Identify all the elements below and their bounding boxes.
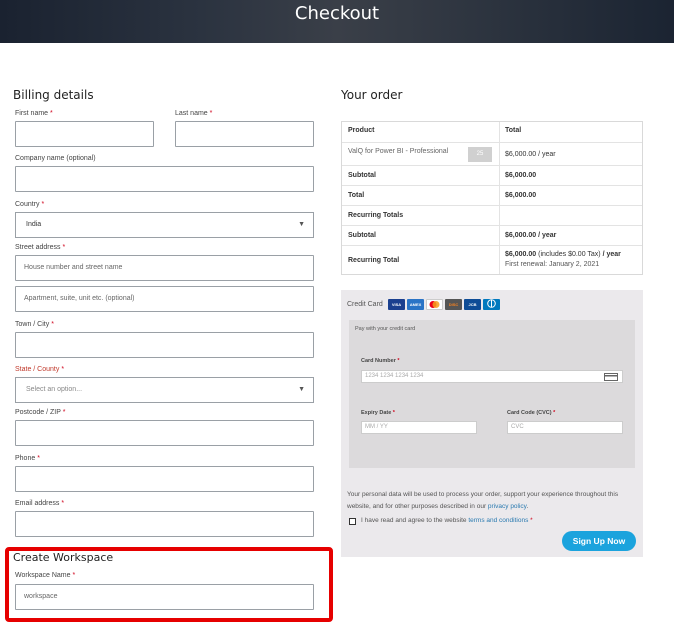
city-label: Town / City *: [15, 321, 54, 328]
jcb-icon: JCB: [464, 299, 481, 310]
table-header-row: Product Total: [342, 122, 642, 142]
terms-checkbox[interactable]: [349, 518, 356, 525]
postcode-input[interactable]: [15, 420, 314, 446]
subtotal-value: $6,000.00: [505, 172, 537, 179]
country-select[interactable]: India ▼: [15, 212, 314, 238]
discover-icon: DISC: [445, 299, 462, 310]
cvc-input[interactable]: CVC: [507, 421, 623, 434]
state-select[interactable]: Select an option... ▼: [15, 377, 314, 403]
checkout-banner: Checkout: [0, 0, 674, 43]
recurring-totals-label: Recurring Totals: [348, 212, 404, 219]
privacy-notice: Your personal data will be used to proce…: [347, 491, 619, 510]
pay-with-card-tip: Pay with your credit card: [355, 326, 416, 332]
payment-panel: Credit Card VISA AMEX DISC JCB Pay with …: [341, 290, 643, 557]
order-table: Product Total ValQ for Power BI - Profes…: [341, 121, 643, 275]
postcode-label: Postcode / ZIP *: [15, 409, 66, 416]
table-row: Recurring Total $6,000.00 (includes $0.0…: [342, 245, 642, 275]
terms-link[interactable]: terms and conditions: [468, 517, 528, 524]
street-address-input[interactable]: House number and street name: [15, 255, 314, 281]
country-value: India: [26, 221, 42, 228]
your-order-heading: Your order: [341, 88, 403, 102]
chevron-down-icon: ▼: [298, 386, 305, 393]
recurring-total-label: Recurring Total: [348, 257, 400, 264]
last-name-input[interactable]: [175, 121, 314, 147]
recurring-total-value: $6,000.00 (includes $0.00 Tax) / year: [505, 251, 621, 258]
total-label: Total: [348, 192, 365, 199]
subtotal-label: Subtotal: [348, 172, 376, 179]
amex-icon: AMEX: [407, 299, 424, 310]
item-name: ValQ for Power BI - Professional: [348, 148, 449, 155]
country-label: Country *: [15, 201, 45, 208]
phone-label: Phone *: [15, 455, 40, 462]
visa-icon: VISA: [388, 299, 405, 310]
quantity-badge: 25: [468, 147, 492, 162]
card-number-label: Card Number *: [361, 358, 400, 364]
table-row: Recurring Totals: [342, 205, 642, 225]
table-row: ValQ for Power BI - Professional 25 $6,0…: [342, 142, 642, 165]
city-input[interactable]: [15, 332, 314, 358]
cvc-label: Card Code (CVC) *: [507, 410, 556, 416]
recurring-subtotal-value: $6,000.00 / year: [505, 232, 557, 239]
street-address-2-input[interactable]: Apartment, suite, unit etc. (optional): [15, 286, 314, 312]
product-column-header: Product: [348, 127, 375, 134]
card-number-input[interactable]: 1234 1234 1234 1234: [361, 370, 623, 383]
credit-card-label[interactable]: Credit Card: [347, 301, 383, 308]
first-renewal: First renewal: January 2, 2021: [505, 261, 600, 268]
recurring-subtotal-label: Subtotal: [348, 232, 376, 239]
total-column-header: Total: [505, 127, 522, 134]
state-placeholder: Select an option...: [26, 386, 83, 393]
create-workspace-heading: Create Workspace: [13, 551, 114, 564]
table-row: Subtotal $6,000.00 / year: [342, 225, 642, 245]
sign-up-now-button[interactable]: Sign Up Now: [562, 531, 636, 551]
last-name-label: Last name *: [175, 110, 213, 117]
item-price: $6,000.00 / year: [505, 151, 556, 158]
privacy-policy-link[interactable]: privacy policy: [488, 503, 527, 510]
street-address-label: Street address *: [15, 244, 66, 251]
mastercard-icon: [426, 299, 443, 310]
billing-details-heading: Billing details: [13, 88, 94, 102]
expiry-date-input[interactable]: MM / YY: [361, 421, 477, 434]
total-value: $6,000.00: [505, 192, 537, 199]
email-input[interactable]: [15, 511, 314, 537]
company-name-input[interactable]: [15, 166, 314, 192]
diners-club-icon: [483, 299, 500, 310]
credit-card-icon: [604, 373, 618, 386]
table-row: Total $6,000.00: [342, 185, 642, 205]
company-name-label: Company name (optional): [15, 155, 96, 162]
terms-agreement-label: I have read and agree to the website ter…: [361, 517, 533, 524]
card-number-placeholder: 1234 1234 1234 1234: [365, 373, 424, 379]
chevron-down-icon: ▼: [298, 221, 305, 228]
expiry-date-label: Expiry Date *: [361, 410, 395, 416]
first-name-label: First name *: [15, 110, 53, 117]
phone-input[interactable]: [15, 466, 314, 492]
workspace-name-input[interactable]: workspace: [15, 584, 314, 610]
page-title: Checkout: [294, 3, 380, 24]
workspace-name-label: Workspace Name *: [15, 572, 76, 579]
state-label: State / County *: [15, 366, 65, 373]
first-name-input[interactable]: [15, 121, 154, 147]
table-row: Subtotal $6,000.00: [342, 165, 642, 185]
credit-card-form: Pay with your credit card Card Number * …: [349, 320, 635, 468]
email-label: Email address *: [15, 500, 65, 507]
